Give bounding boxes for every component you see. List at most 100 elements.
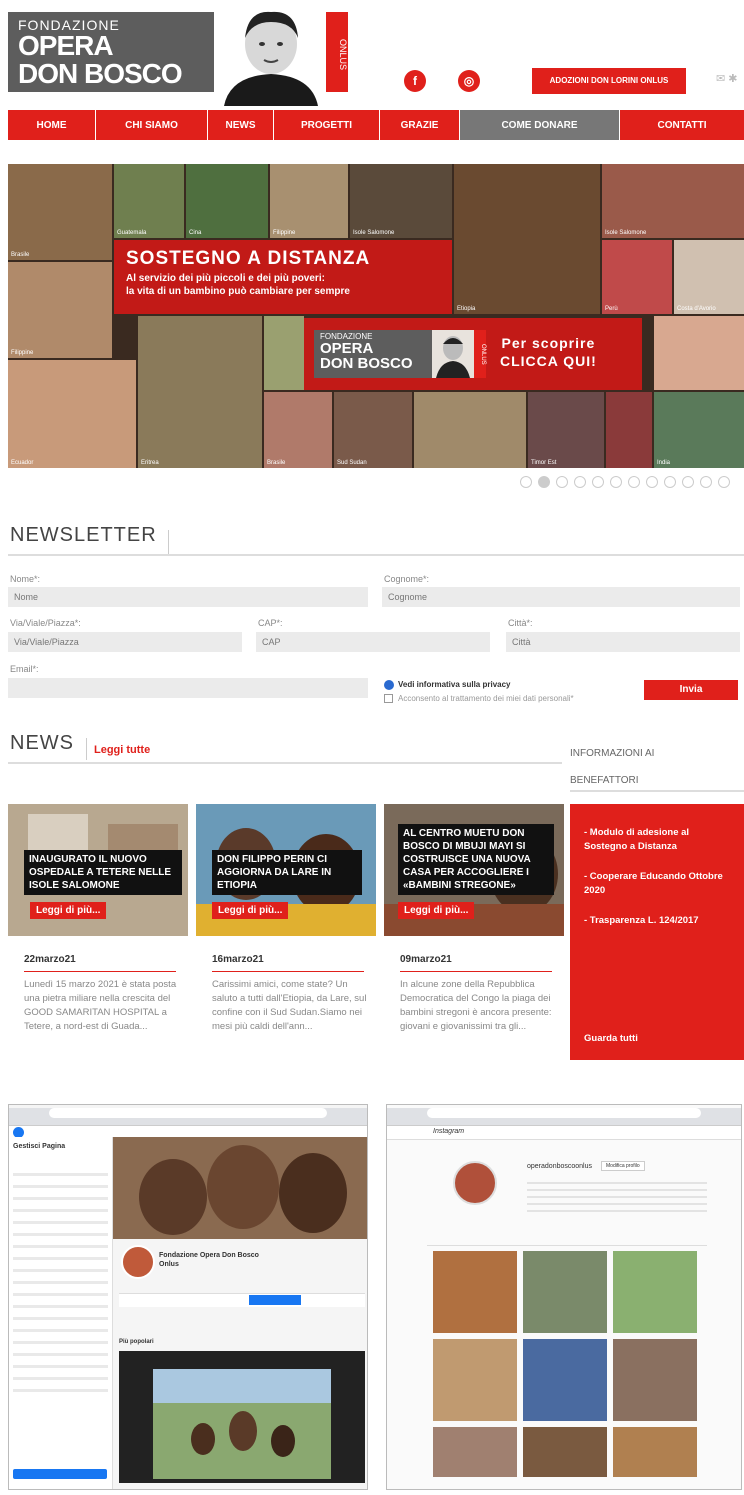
hero-label: Timor Est <box>531 460 557 466</box>
news-date: 09marzo21 <box>400 954 452 965</box>
slider-dot[interactable] <box>520 476 532 488</box>
nav-chi-siamo[interactable]: CHI SIAMO <box>96 110 208 140</box>
ig-post <box>523 1251 607 1333</box>
sidebar-link-trasparenza[interactable]: - Trasparenza L. 124/2017 <box>584 914 730 928</box>
nav-come-donare[interactable]: COME DONARE <box>460 110 620 140</box>
divider <box>570 790 744 792</box>
news-excerpt: In alcune zone della Repubblica Democrat… <box>400 979 552 1032</box>
hero-label: Sud Sudan <box>337 460 367 466</box>
cta-line2: CLICCA QUI! <box>500 353 597 369</box>
cognome-label: Cognome*: <box>384 574 430 584</box>
news-date: 16marzo21 <box>212 954 264 965</box>
cap-input[interactable]: CAP <box>256 632 490 652</box>
citta-input[interactable]: Città <box>506 632 740 652</box>
news-card[interactable]: AL CENTRO MUETU DON BOSCO DI MBUJI MAYI … <box>384 804 564 1074</box>
slider-dot[interactable] <box>592 476 604 488</box>
site-logo[interactable]: FONDAZIONE OPERA DON BOSCO <box>8 12 214 92</box>
info-icon <box>384 680 394 690</box>
news-card[interactable]: INAUGURATO IL NUOVO OSPEDALE A TETERE NE… <box>8 804 188 1074</box>
facebook-icon[interactable]: f <box>404 70 426 92</box>
read-more-button[interactable]: Leggi di più... <box>212 902 289 919</box>
fb-video <box>119 1351 365 1483</box>
hero-label: Filippine <box>273 230 296 236</box>
ig-bio <box>527 1177 707 1213</box>
news-card[interactable]: DON FILIPPO PERIN CI AGGIORNA DA LARE IN… <box>196 804 376 1074</box>
slider-dot[interactable] <box>664 476 676 488</box>
see-all-link[interactable]: Guarda tutti <box>584 1032 638 1046</box>
read-all-link[interactable]: Leggi tutte <box>94 744 150 756</box>
divider <box>8 762 562 764</box>
hero-label: Guatemala <box>117 230 147 236</box>
email-input[interactable] <box>8 678 368 698</box>
news-title: NEWS <box>10 732 74 754</box>
read-more-button[interactable]: Leggi di più... <box>398 902 475 919</box>
browser-chrome <box>9 1108 367 1126</box>
mail-icon[interactable]: ✉ ✱ <box>716 72 738 85</box>
divider <box>24 971 176 972</box>
cta-portrait <box>432 330 474 378</box>
cta-logo-line3: DON BOSCO <box>320 355 413 372</box>
slider-dot[interactable] <box>628 476 640 488</box>
slider-dot[interactable] <box>646 476 658 488</box>
ig-grid <box>433 1251 697 1477</box>
nome-input[interactable]: Nome <box>8 587 368 607</box>
benefattori-panel: - Modulo di adesione al Sostegno a Dista… <box>570 804 744 1060</box>
hero-subtitle-2: la vita di un bambino può cambiare per s… <box>126 286 350 297</box>
privacy-consent-label: Acconsento al trattamento dei miei dati … <box>398 694 574 703</box>
nav-news[interactable]: NEWS <box>208 110 274 140</box>
ig-handle: operadonboscoonlus <box>527 1163 592 1170</box>
instagram-icon[interactable]: ◎ <box>458 70 480 92</box>
ig-post <box>613 1251 697 1333</box>
fb-page-name: Fondazione Opera Don Bosco Onlus <box>159 1252 259 1268</box>
slider-dot[interactable] <box>538 476 550 488</box>
hero-cta[interactable]: FONDAZIONE OPERA DON BOSCO ONLUS Per sco… <box>304 318 642 390</box>
nav-contatti[interactable]: CONTATTI <box>620 110 744 140</box>
hero-label: Ecuador <box>11 460 34 466</box>
slider-dot[interactable] <box>718 476 730 488</box>
citta-label: Città*: <box>508 618 533 628</box>
nav-grazie[interactable]: GRAZIE <box>380 110 460 140</box>
instagram-logo: Instagram <box>433 1128 465 1135</box>
privacy-checkbox[interactable] <box>384 694 393 703</box>
news-caption: AL CENTRO MUETU DON BOSCO DI MBUJI MAYI … <box>398 824 554 895</box>
onlus-tag: ONLUS <box>326 12 348 92</box>
privacy-link[interactable]: Vedi informativa sulla privacy <box>398 680 511 689</box>
news-excerpt: Lunedì 15 marzo 2021 è stata posta una p… <box>24 979 177 1032</box>
logo-line3: DON BOSCO <box>18 58 183 89</box>
browser-chrome <box>387 1108 741 1126</box>
facebook-screenshot: Gestisci Pagina Fondazione Opera Don Bos… <box>8 1104 368 1490</box>
hero-label: Brasile <box>11 252 30 258</box>
ig-post <box>613 1427 697 1477</box>
slider-dot[interactable] <box>574 476 586 488</box>
hero-label: India <box>657 460 671 466</box>
cognome-input[interactable]: Cognome <box>382 587 740 607</box>
cta-logo: FONDAZIONE OPERA DON BOSCO <box>314 330 442 378</box>
hero-label: Cina <box>189 230 202 236</box>
slider-dot[interactable] <box>556 476 568 488</box>
submit-button[interactable]: Invia <box>644 680 738 700</box>
hero-label: Perù <box>605 306 618 312</box>
slider-dot[interactable] <box>700 476 712 488</box>
divider <box>8 554 744 556</box>
nav-progetti[interactable]: PROGETTI <box>274 110 380 140</box>
fb-promote-button <box>13 1469 107 1479</box>
read-more-button[interactable]: Leggi di più... <box>30 902 107 919</box>
hero-subtitle-1: Al servizio dei più piccoli e dei più po… <box>126 273 325 284</box>
cta-line1: Per scoprire <box>501 335 596 351</box>
hero-label: Etiopia <box>457 306 476 312</box>
slider-dot[interactable] <box>682 476 694 488</box>
fb-tabs <box>119 1293 365 1307</box>
hero-title: SOSTEGNO A DISTANZA <box>126 248 371 269</box>
via-input[interactable]: Via/Viale/Piazza <box>8 632 242 652</box>
fb-cover <box>113 1137 367 1239</box>
sidebar-link-cooperare[interactable]: - Cooperare Educando Ottobre 2020 <box>584 870 730 898</box>
ig-post <box>523 1339 607 1421</box>
hero-banner: SOSTEGNO A DISTANZA Al servizio dei più … <box>114 240 452 314</box>
hero-slider[interactable]: Brasile Guatemala Cina Filippine Isole S… <box>8 164 744 468</box>
nav-home[interactable]: HOME <box>8 110 96 140</box>
news-date: 22marzo21 <box>24 954 76 965</box>
slider-dot[interactable] <box>610 476 622 488</box>
adozioni-button[interactable]: ADOZIONI DON LORINI ONLUS <box>532 68 686 94</box>
hero-label: Isole Salomone <box>605 230 647 236</box>
sidebar-link-modulo[interactable]: - Modulo di adesione al Sostegno a Dista… <box>584 826 730 854</box>
